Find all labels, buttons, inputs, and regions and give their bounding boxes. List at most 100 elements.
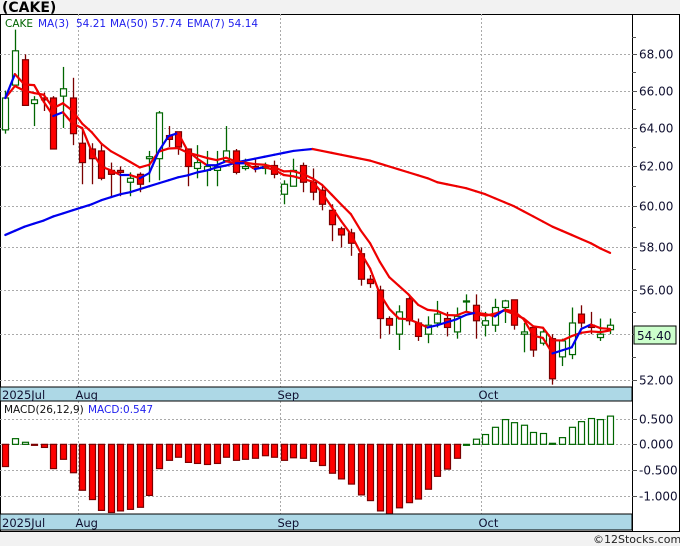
legend-ema7-label: EMA(7) [187, 18, 225, 30]
macd-tick-label: -0.500 [639, 464, 678, 478]
macd-tick-label: -1.000 [639, 490, 678, 504]
macd-bar-positive [491, 426, 500, 445]
ma3-line-segment [282, 173, 295, 178]
macd-bar-positive [568, 426, 577, 445]
macd-bar-negative [232, 443, 241, 461]
candle-body [193, 161, 202, 170]
price-tick-label: 60.00 [639, 200, 673, 214]
macd-bar-positive [510, 422, 519, 445]
candle-body [126, 177, 135, 183]
macd-bar-negative [145, 443, 154, 497]
macd-bar-negative [174, 443, 183, 458]
macd-bar-negative [347, 443, 356, 485]
macd-bar-negative [270, 443, 279, 458]
macd-bar-negative [107, 443, 116, 514]
ema7-line-segment [426, 308, 439, 313]
candle-body [59, 88, 68, 97]
macd-bar-negative [69, 443, 78, 474]
price-tick-label: 58.00 [639, 241, 673, 255]
legend-ma50-label: MA(50) [110, 18, 148, 30]
candle-body [145, 156, 154, 160]
macd-bar-negative [261, 443, 270, 457]
candle-body [366, 278, 375, 285]
ma3-line-segment [599, 327, 612, 331]
date-tick-label: Sep [278, 388, 300, 402]
candle-body [596, 333, 605, 339]
ma3-line-segment [23, 83, 36, 87]
macd-bar-negative [241, 443, 250, 460]
macd-bar-negative [424, 443, 433, 490]
chart-title: (CAKE) [2, 0, 56, 16]
macd-bar-negative [78, 443, 87, 491]
macd-bar-negative [1, 443, 10, 468]
macd-bar-positive [520, 424, 529, 445]
candle-body [433, 313, 442, 324]
macd-bar-negative [40, 443, 49, 449]
macd-bar-negative [116, 443, 125, 512]
last-price-label: 54.40 [637, 329, 671, 343]
candle-body [280, 183, 289, 195]
date-tick-label: Oct [479, 388, 499, 402]
stock-chart: (CAKE) 2025Jul2025JulAugAugSepSepOctOct … [0, 0, 680, 546]
ema7-line-segment [253, 163, 266, 166]
candle-body [501, 300, 510, 309]
macd-bar-negative [357, 443, 366, 496]
footer-copyright: ©12Stocks.com [593, 533, 680, 546]
macd-bar-negative [385, 443, 394, 515]
macd-bar-negative [126, 443, 135, 510]
macd-bar-negative [328, 443, 337, 474]
candle-body [577, 313, 586, 324]
candle-body [395, 311, 404, 335]
macd-bar-negative [193, 443, 202, 465]
macd-bar-negative [289, 443, 298, 459]
date-tick-label: Aug [76, 516, 98, 530]
candle-body [548, 338, 557, 380]
macd-bar-negative [443, 443, 452, 470]
macd-bar-negative [366, 443, 375, 502]
candle-body [481, 320, 490, 326]
macd-bar-negative [88, 443, 97, 501]
candle-body [116, 169, 125, 173]
macd-bar-negative [136, 443, 145, 508]
macd-bar-positive [11, 438, 20, 445]
date-tick-label: 2025Jul [2, 516, 45, 530]
macd-bar-positive [577, 421, 586, 445]
macd-bar-positive [539, 432, 548, 445]
candle-down [548, 334, 557, 385]
macd-bar-positive [472, 438, 481, 445]
macd-bar-negative [251, 443, 260, 459]
macd-bar-negative [337, 443, 346, 480]
macd-bar-positive [558, 437, 567, 445]
macd-bar-negative [376, 443, 385, 512]
candle-down [21, 54, 30, 107]
macd-tick-label: 0.000 [639, 438, 673, 452]
macd-legend: MACD(26,12,9) MACD:0.547 [4, 404, 153, 416]
macd-bar-negative [405, 443, 414, 504]
macd-bar-negative [299, 443, 308, 459]
candle-body [385, 317, 394, 326]
ma50-line-segment [301, 147, 314, 152]
macd-bar-negative [165, 443, 174, 461]
candle-body [405, 298, 414, 322]
legend: CAKE MA(3) 54.21 MA(50) 57.74 EMA(7) 54.… [5, 18, 258, 30]
macd-bar-negative [433, 443, 442, 477]
price-tick-label: 62.00 [639, 160, 673, 174]
price-tick-label: 68.00 [639, 48, 673, 62]
macd-bar-negative [309, 443, 318, 462]
macd-bar-negative [222, 443, 231, 458]
macd-bar-negative [184, 443, 193, 464]
macd-bar-positive [501, 418, 510, 445]
macd-tick-label: 0.500 [639, 413, 673, 427]
macd-bar-positive [481, 433, 490, 445]
candle-body [1, 97, 10, 131]
ema7-line-segment [532, 325, 545, 329]
ma3-line-segment [503, 308, 516, 313]
macd-bar-negative [203, 443, 212, 466]
macd-bar-positive [548, 442, 557, 445]
macd-bar-negative [395, 443, 404, 509]
candle-body [30, 99, 39, 105]
macd-bar-negative [49, 443, 58, 470]
macd-legend-value: MACD:0.547 [88, 404, 153, 416]
candle-body [337, 228, 346, 236]
ema7-line-segment [580, 330, 593, 334]
